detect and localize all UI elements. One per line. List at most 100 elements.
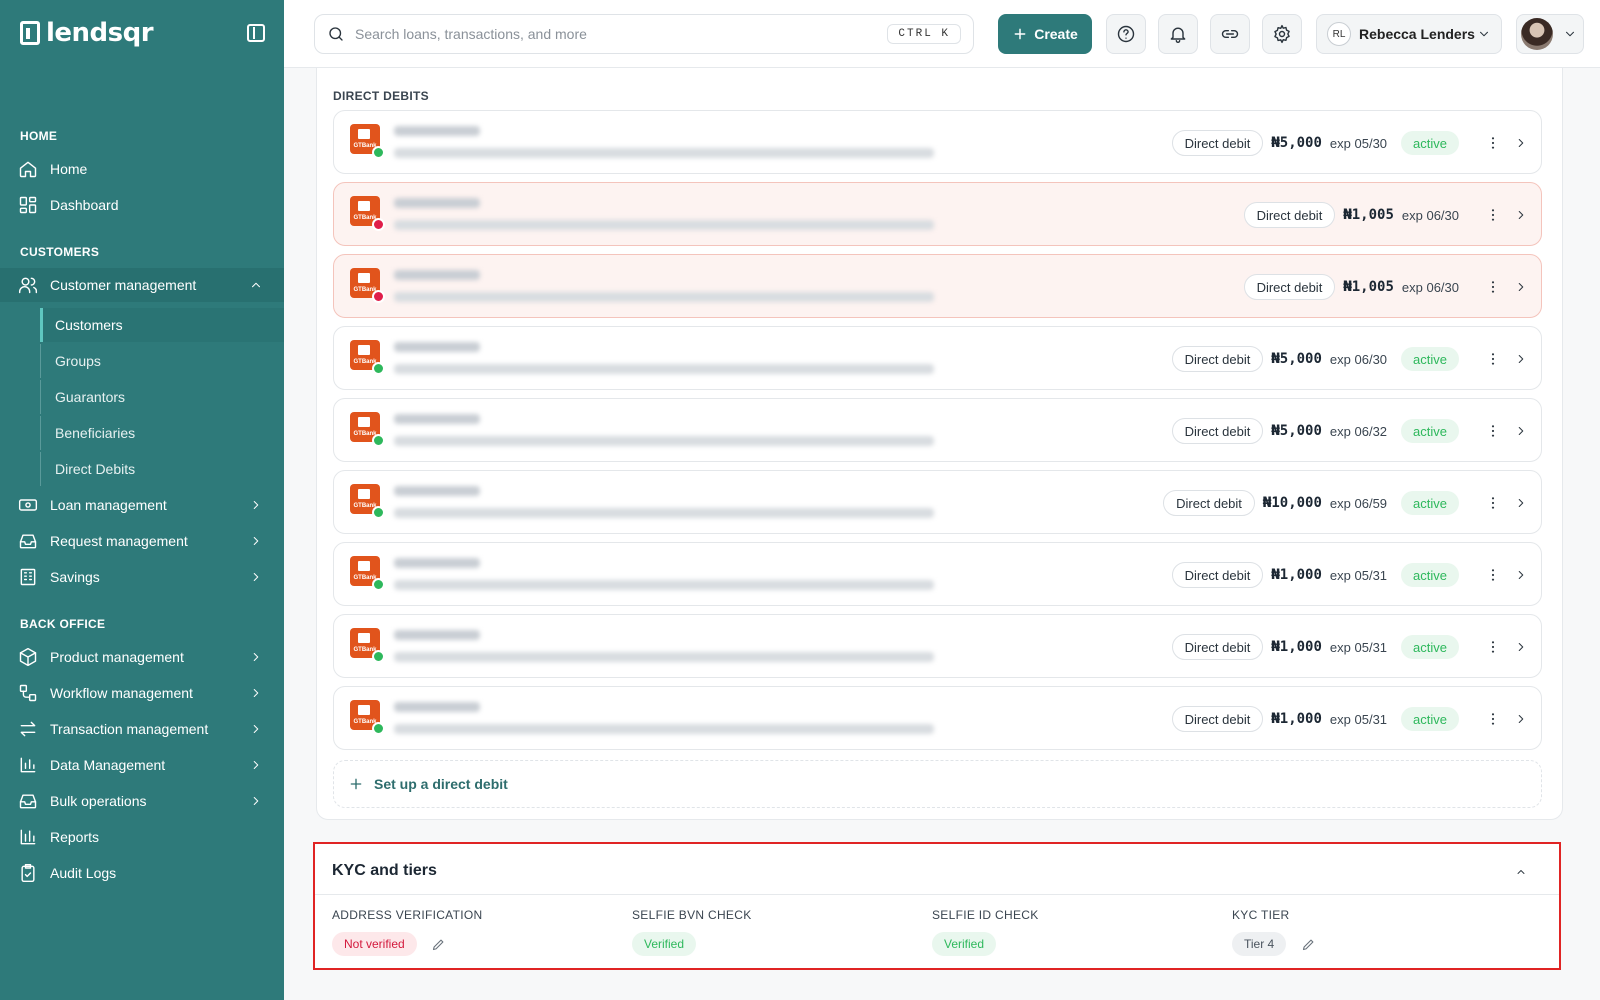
sidebar-item-product-management[interactable]: Product management (0, 640, 284, 674)
chevron-right-icon[interactable] (1513, 711, 1529, 727)
redacted-details (394, 436, 934, 446)
redacted-details (394, 724, 934, 734)
workflow-icon (18, 683, 38, 703)
org-name: Rebecca Lenders (1359, 26, 1475, 42)
status-dot (372, 290, 385, 303)
chevron-right-icon[interactable] (1513, 567, 1529, 583)
sidebar-item-label: Audit Logs (50, 865, 117, 881)
selfie-id-check-label: SELFIE ID CHECK (932, 908, 1039, 922)
box-icon (18, 647, 38, 667)
more-options-icon[interactable] (1485, 351, 1501, 367)
sidebar-item-home[interactable]: Home (0, 152, 284, 186)
user-menu[interactable] (1516, 14, 1584, 54)
sidebar-subitem-beneficiaries[interactable]: Beneficiaries (40, 416, 284, 450)
more-options-icon[interactable] (1485, 711, 1501, 727)
more-options-icon[interactable] (1485, 207, 1501, 223)
more-options-icon[interactable] (1485, 639, 1501, 655)
sidebar-item-transaction-management[interactable]: Transaction management (0, 712, 284, 746)
dashboard-grid-icon (18, 195, 38, 215)
pencil-icon[interactable] (1300, 936, 1316, 952)
direct-debit-row[interactable]: GTBank Direct debit ₦1,000 exp 05/31 active (333, 686, 1542, 750)
sidebar-item-request-management[interactable]: Request management (0, 524, 284, 558)
sidebar-subitem-guarantors[interactable]: Guarantors (40, 380, 284, 414)
sidebar-item-data-management[interactable]: Data Management (0, 748, 284, 782)
sidebar-subitem-customers[interactable]: Customers (40, 308, 284, 342)
chevron-right-icon[interactable] (1513, 207, 1529, 223)
link-button[interactable] (1210, 14, 1250, 54)
sidebar-item-customer-management[interactable]: Customer management (0, 268, 284, 302)
direct-debits-section-label: DIRECT DEBITS (333, 89, 429, 103)
sidebar-item-label: Home (50, 161, 88, 177)
sidebar-subitem-direct-debits[interactable]: Direct Debits (40, 452, 284, 486)
notifications-button[interactable] (1158, 14, 1198, 54)
divider (315, 894, 1559, 895)
direct-debit-row[interactable]: GTBank Direct debit ₦1,000 exp 05/31 active (333, 542, 1542, 606)
create-button[interactable]: Create (998, 14, 1092, 54)
more-options-icon[interactable] (1485, 279, 1501, 295)
reports-chart-icon (18, 827, 38, 847)
chevron-right-icon[interactable] (1513, 423, 1529, 439)
more-options-icon[interactable] (1485, 567, 1501, 583)
direct-debit-type-chip: Direct debit (1171, 130, 1264, 156)
sidebar-item-bulk-operations[interactable]: Bulk operations (0, 784, 284, 818)
sidebar-subitem-groups[interactable]: Groups (40, 344, 284, 378)
direct-debit-row[interactable]: GTBank Direct debit ₦5,000 exp 06/32 active (333, 398, 1542, 462)
sidebar-item-reports[interactable]: Reports (0, 820, 284, 854)
status-badge: active (1401, 491, 1459, 515)
chevron-right-icon (248, 793, 264, 809)
direct-debit-row[interactable]: GTBank Direct debit ₦1,000 exp 05/31 active (333, 614, 1542, 678)
redacted-details (394, 292, 934, 302)
collapse-toggle[interactable] (1513, 864, 1529, 880)
direct-debit-row[interactable]: GTBank Direct debit ₦1,005 exp 06/30 (333, 182, 1542, 246)
logo-mark-icon (20, 21, 40, 45)
chevron-right-icon[interactable] (1513, 495, 1529, 511)
chevron-right-icon[interactable] (1513, 135, 1529, 151)
direct-debit-row[interactable]: GTBank Direct debit ₦5,000 exp 06/30 active (333, 326, 1542, 390)
redacted-details (394, 580, 934, 590)
pencil-icon[interactable] (431, 936, 447, 952)
sidebar-item-label: Reports (50, 829, 100, 845)
debit-amount: ₦5,000 (1271, 351, 1322, 367)
chevron-right-icon[interactable] (1513, 279, 1529, 295)
sidebar-item-audit-logs[interactable]: Audit Logs (0, 856, 284, 890)
search-bar[interactable]: CTRL K (314, 14, 974, 54)
expiry-date: exp 06/30 (1329, 351, 1388, 367)
direct-debit-row[interactable]: GTBank Direct debit ₦1,005 exp 06/30 (333, 254, 1542, 318)
more-options-icon[interactable] (1485, 423, 1501, 439)
users-icon (18, 275, 38, 295)
direct-debit-type-chip: Direct debit (1171, 562, 1264, 588)
chevron-down-icon (1479, 31, 1489, 37)
more-options-icon[interactable] (1485, 495, 1501, 511)
redacted-title (394, 126, 480, 136)
redacted-title (394, 270, 480, 280)
selfie-id-check-field: SELFIE ID CHECK Verified (932, 908, 1039, 956)
sidebar-item-loan-management[interactable]: Loan management (0, 488, 284, 522)
sidebar-item-savings[interactable]: Savings (0, 560, 284, 594)
sidebar-item-dashboard[interactable]: Dashboard (0, 188, 284, 222)
more-options-icon[interactable] (1485, 135, 1501, 151)
redacted-details (394, 508, 934, 518)
chevron-right-icon[interactable] (1513, 351, 1529, 367)
chevron-right-icon (248, 649, 264, 665)
status-badge: active (1401, 419, 1459, 443)
status-dot (372, 362, 385, 375)
status-badge: active (1401, 131, 1459, 155)
status-badge: active (1401, 563, 1459, 587)
selfie-id-check-status: Verified (932, 932, 997, 956)
search-input[interactable] (355, 26, 875, 42)
sidebar-collapse-icon[interactable] (247, 24, 265, 42)
expiry-date: exp 06/30 (1401, 279, 1459, 295)
lendsqr-logo[interactable]: lendsqr (20, 18, 154, 48)
organization-selector[interactable]: RL Rebecca Lenders (1316, 14, 1502, 54)
direct-debit-row[interactable]: GTBank Direct debit ₦5,000 exp 05/30 active (333, 110, 1542, 174)
direct-debit-row[interactable]: GTBank Direct debit ₦10,000 exp 06/59 active (333, 470, 1542, 534)
setup-direct-debit-label: Set up a direct debit (374, 776, 508, 792)
setup-direct-debit-button[interactable]: Set up a direct debit (333, 760, 1542, 808)
selfie-bvn-check-field: SELFIE BVN CHECK Verified (632, 908, 752, 956)
help-button[interactable] (1106, 14, 1146, 54)
logo-text: lendsqr (46, 18, 154, 48)
settings-button[interactable] (1262, 14, 1302, 54)
chevron-right-icon[interactable] (1513, 639, 1529, 655)
debit-amount: ₦1,005 (1343, 207, 1394, 223)
sidebar-item-workflow-management[interactable]: Workflow management (0, 676, 284, 710)
